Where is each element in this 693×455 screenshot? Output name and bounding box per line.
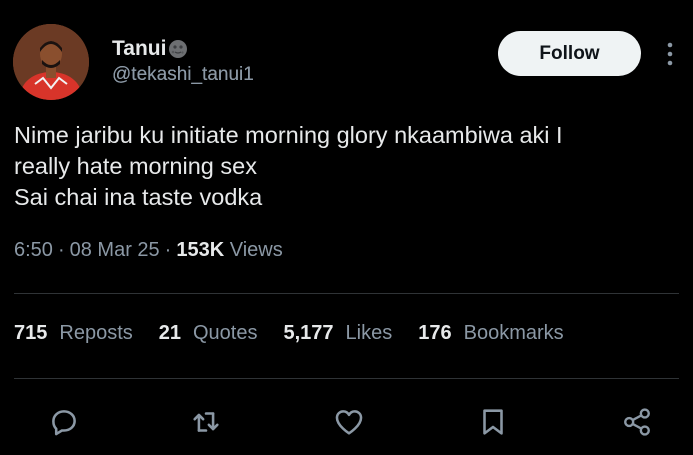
likes-count: 5,177 [283,322,334,344]
action-bar [0,400,693,444]
tweet-time[interactable]: 6:50 [14,239,53,261]
repost-icon [193,412,219,432]
tweet-date[interactable]: 08 Mar 25 [70,239,160,261]
bookmarks-label: Bookmarks [463,322,564,344]
quotes-stat[interactable]: 21 Quotes [159,322,258,345]
tweet-detail: Tanui @tekashi_tanui1 Follow Nime jaribu… [0,0,693,455]
new-moon-face-emoji-icon [169,40,188,58]
tweet-text-line: really hate morning sex [14,153,257,179]
likes-stat[interactable]: 5,177 Likes [283,322,392,345]
user-avatar-image [13,24,89,100]
quotes-label: Quotes [193,322,258,344]
like-button[interactable] [329,400,369,444]
bookmark-button[interactable] [473,400,513,444]
author-name-row[interactable]: Tanui [112,37,188,61]
tweet-text-line: Sai chai ina taste vodka [14,184,263,210]
share-button[interactable] [617,400,657,444]
tweet-meta: 6:50 · 08 Mar 25 · 153K Views [14,239,283,262]
reposts-stat[interactable]: 715 Reposts [14,322,133,345]
reposts-label: Reposts [59,322,133,344]
bookmarks-stat[interactable]: 176 Bookmarks [418,322,563,345]
tweet-text-line: Nime jaribu ku initiate morning glory nk… [14,122,563,148]
reposts-count: 715 [14,322,48,344]
separator-dot: · [57,239,65,261]
views-count: 153K [176,239,225,261]
engagement-stats: 715 Reposts 21 Quotes 5,177 Likes 176 Bo… [14,322,564,345]
author-handle[interactable]: @tekashi_tanui1 [112,64,254,86]
reply-icon [52,410,76,436]
tweet-text: Nime jaribu ku initiate morning glory nk… [14,120,679,213]
more-vertical-icon[interactable] [662,40,678,68]
avatar[interactable] [13,24,89,100]
share-icon [624,408,650,436]
quotes-count: 21 [158,322,181,344]
divider [14,378,679,379]
divider [14,293,679,294]
likes-label: Likes [345,322,393,344]
bookmark-icon [483,409,503,435]
author-display-name[interactable]: Tanui [112,37,166,61]
reply-button[interactable] [44,400,84,444]
separator-dot: · [164,239,172,261]
views-label: Views [229,239,283,261]
like-icon [335,410,363,435]
repost-button[interactable] [186,400,226,444]
bookmarks-count: 176 [418,322,452,344]
follow-button[interactable]: Follow [498,31,641,76]
